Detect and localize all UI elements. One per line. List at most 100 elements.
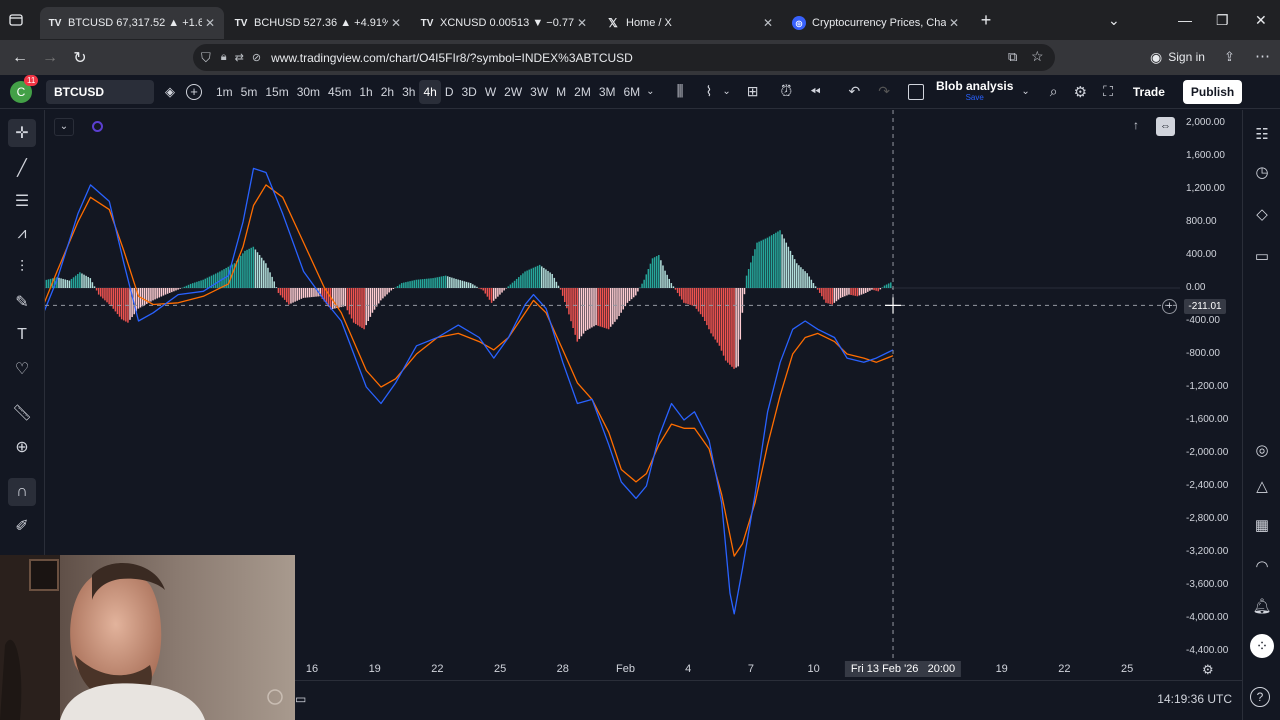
interval-45m[interactable]: 45m <box>324 80 355 104</box>
lock-icon[interactable]: 🔒︎ <box>221 51 227 64</box>
sign-in-button[interactable]: ◉ Sign in <box>1150 46 1205 68</box>
symbol-search[interactable]: BTCUSD <box>46 79 154 104</box>
target-icon[interactable]: ◎ <box>1250 438 1274 462</box>
close-icon[interactable]: ✕ <box>760 16 776 30</box>
forward-icon[interactable]: → <box>35 49 65 67</box>
chat-icon[interactable]: ▭ <box>1250 244 1274 268</box>
close-icon[interactable]: ✕ <box>574 16 590 30</box>
clock-time[interactable]: 14:19:36 UTC <box>1157 692 1232 706</box>
reload-icon[interactable]: ↻ <box>65 48 95 68</box>
interval-3W[interactable]: 3W <box>526 80 552 104</box>
site-settings-icon[interactable]: ⇄ <box>235 51 244 64</box>
maximize-pane-icon[interactable]: ↑ <box>1133 118 1139 132</box>
interval-3M[interactable]: 3M <box>595 80 620 104</box>
reader-icon[interactable]: ⧉ <box>1008 49 1017 65</box>
heart-icon[interactable]: ♡ <box>8 355 36 383</box>
redo-icon[interactable]: ↷ <box>878 83 890 100</box>
layout-dropdown-icon[interactable]: ⌄ <box>1021 86 1029 97</box>
share-icon[interactable]: ⇪ <box>1224 49 1235 65</box>
restore-pane-icon[interactable]: ⇔ <box>1156 117 1175 136</box>
interval-W[interactable]: W <box>481 80 500 104</box>
avatar[interactable]: C 11 <box>10 74 39 103</box>
close-icon[interactable]: ✕ <box>202 16 218 30</box>
publish-button[interactable]: Publish <box>1182 79 1243 104</box>
interval-5m[interactable]: 5m <box>237 80 262 104</box>
interval-15m[interactable]: 15m <box>261 80 292 104</box>
time-axis[interactable]: 16 19 22 25 28 Feb 4 7 10 19 22 25 Fri 13 Feb '26 20… <box>295 660 1242 680</box>
undo-icon[interactable]: ↶ <box>849 83 861 100</box>
omnibox[interactable]: ⛉ 🔒︎ ⇄ ⊘ www.tradingview.com/chart/O4I5F… <box>193 44 1055 71</box>
magnet-icon[interactable]: ∩ <box>8 478 36 506</box>
panel-toggle-icon[interactable]: ▭ <box>295 692 306 706</box>
tab-search-icon[interactable]: ⌄ <box>1108 0 1120 40</box>
pattern-icon[interactable]: ⩘ <box>8 220 36 248</box>
add-symbol-icon[interactable]: + <box>186 83 202 100</box>
close-icon[interactable]: ✕ <box>388 16 404 30</box>
fib-icon[interactable]: ☰ <box>8 187 36 215</box>
interval-D[interactable]: D <box>441 80 458 104</box>
alerts-clock-icon[interactable]: ◷ <box>1250 160 1274 184</box>
browser-tab[interactable]: ◎ Cryptocurrency Prices, Charts A ✕ <box>784 7 968 39</box>
notifications-icon[interactable]: 🔔︎ <box>1250 594 1274 618</box>
more-menu-icon[interactable]: ⋯ <box>1255 47 1270 65</box>
interval-2h[interactable]: 2h <box>377 80 398 104</box>
watchlist-icon[interactable]: ☷ <box>1250 122 1274 146</box>
ruler-icon[interactable]: 📏︎ <box>8 399 36 427</box>
layers-icon[interactable]: ◇ <box>1250 202 1274 226</box>
fullscreen-icon[interactable]: ⛶ <box>1103 83 1113 100</box>
lock-drawings-icon[interactable]: ✐ <box>8 512 36 540</box>
indicators-icon[interactable]: ⌇ <box>705 83 712 100</box>
templates-icon[interactable]: ⊞ <box>747 83 759 100</box>
apps-grid-icon[interactable]: ⁘ <box>1250 634 1274 658</box>
calendar-icon[interactable]: ▦ <box>1250 513 1274 537</box>
crosshair-icon[interactable]: ✛ <box>8 119 36 147</box>
trend-line-icon[interactable]: ╱ <box>8 154 36 182</box>
tracking-icon[interactable]: ⊘ <box>252 51 261 64</box>
brush-icon[interactable]: ✎ <box>8 288 36 316</box>
layout-name[interactable]: Blob analysis Save <box>936 80 1013 103</box>
forecast-icon[interactable]: ⫶ <box>8 254 36 282</box>
ideas-icon[interactable]: △ <box>1250 474 1274 498</box>
alert-icon[interactable]: ⏰︎ <box>780 83 792 100</box>
layout-checkbox-icon[interactable] <box>908 83 925 100</box>
new-tab-icon[interactable]: + <box>972 10 1000 31</box>
close-icon[interactable]: ✕ <box>946 16 962 30</box>
zoom-in-icon[interactable]: ⊕ <box>8 433 36 461</box>
interval-M[interactable]: M <box>552 80 570 104</box>
minimize-icon[interactable]: — <box>1178 0 1192 40</box>
maximize-icon[interactable]: ❐ <box>1216 0 1229 40</box>
browser-tab[interactable]: 𝕏 Home / X ✕ <box>598 7 782 39</box>
interval-1h[interactable]: 1h <box>355 80 376 104</box>
add-alert-icon[interactable]: + <box>1162 299 1177 314</box>
interval-3D[interactable]: 3D <box>457 80 480 104</box>
collapse-pane-icon[interactable]: ⌄ <box>54 118 74 136</box>
url-text[interactable]: www.tradingview.com/chart/O4I5FIr8/?symb… <box>271 51 633 65</box>
browser-tab[interactable]: TV BCHUSD 527.36 ▲ +4.91% Blob ✕ <box>226 7 410 39</box>
stream-icon[interactable]: ◠ <box>1250 554 1274 578</box>
interval-6M[interactable]: 6M <box>620 80 645 104</box>
interval-30m[interactable]: 30m <box>293 80 324 104</box>
help-icon[interactable]: ? <box>1250 687 1270 707</box>
bookmark-star-icon[interactable]: ☆ <box>1031 48 1044 65</box>
interval-dropdown-icon[interactable]: ⌄ <box>646 86 654 97</box>
window-close-icon[interactable]: ✕ <box>1255 0 1267 40</box>
interval-3h[interactable]: 3h <box>398 80 419 104</box>
replay-icon[interactable]: ⏪︎ <box>810 84 820 100</box>
browser-tab[interactable]: TV BTCUSD 67,317.52 ▲ +1.62% Bl ✕ <box>40 7 224 39</box>
back-icon[interactable]: ← <box>5 49 35 67</box>
candle-type-icon[interactable]: ⫼ <box>677 83 684 100</box>
text-icon[interactable]: T <box>8 321 36 349</box>
compare-icon[interactable]: ◈ <box>160 84 180 100</box>
trade-button[interactable]: Trade <box>1133 85 1165 99</box>
interval-2W[interactable]: 2W <box>500 80 526 104</box>
tab-actions-icon[interactable] <box>0 0 32 40</box>
quick-search-icon[interactable]: ⌕ <box>1050 83 1058 100</box>
axis-settings-icon[interactable]: ⚙ <box>1202 662 1214 678</box>
price-axis[interactable]: 2,000.00 1,600.00 1,200.00 800.00 400.00 0.00… <box>1180 110 1242 660</box>
interval-4h[interactable]: 4h <box>419 79 441 104</box>
shield-icon[interactable]: ⛉ <box>201 50 211 66</box>
interval-2M[interactable]: 2M <box>570 80 595 104</box>
interval-1m[interactable]: 1m <box>212 80 237 104</box>
indicator-dropdown-icon[interactable]: ⌄ <box>722 86 730 97</box>
settings-gear-icon[interactable]: ⚙ <box>1074 83 1087 101</box>
